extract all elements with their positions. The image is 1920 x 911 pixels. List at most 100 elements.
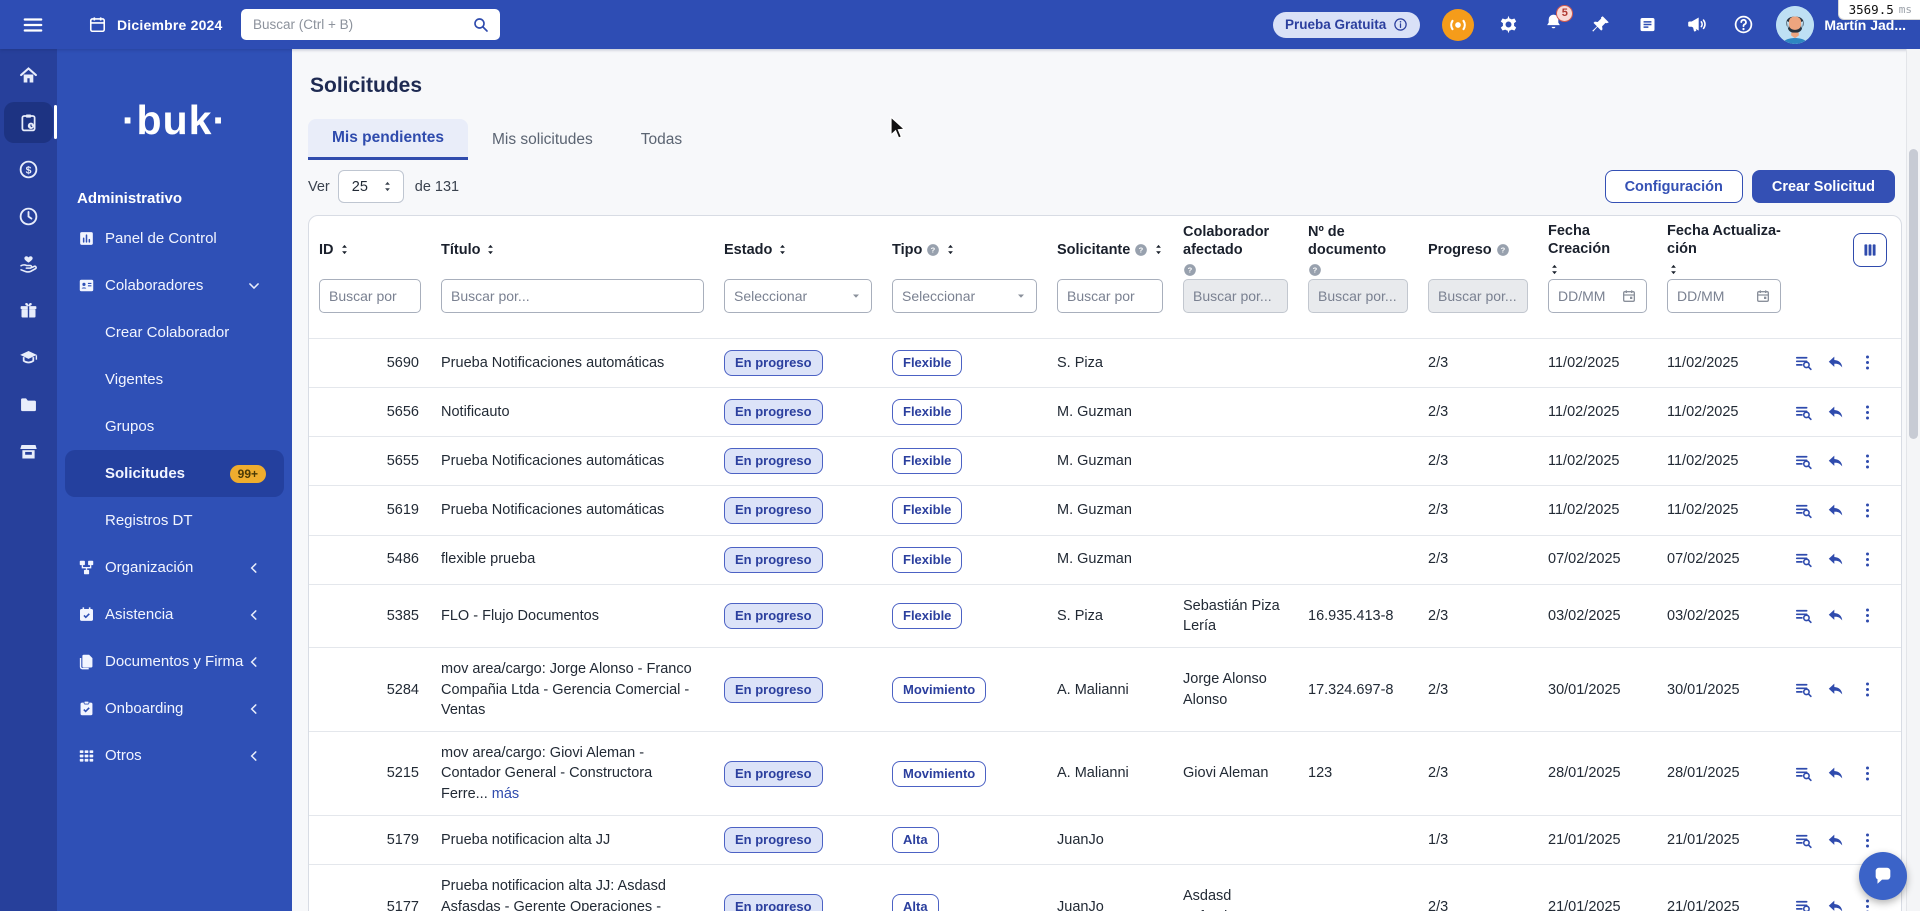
rail-item-folder[interactable] xyxy=(4,384,53,425)
rail-item-requests-clipboard[interactable] xyxy=(4,102,57,143)
sort-icon[interactable] xyxy=(776,242,789,257)
sidebar-item-otros[interactable]: Otros xyxy=(57,732,292,779)
table-row[interactable]: 5284 mov area/cargo: Jorge Alonso - Franc… xyxy=(309,647,1901,732)
sidebar-item-registros-dt[interactable]: Registros DT xyxy=(57,497,292,544)
kebab-icon[interactable] xyxy=(1858,501,1877,520)
hamburger-menu-icon[interactable] xyxy=(22,14,44,36)
sidebar-item-documentos-y-firma[interactable]: Documentos y Firma xyxy=(57,638,292,685)
help-dot-icon[interactable]: ? xyxy=(1308,263,1322,277)
page-scrollbar[interactable] xyxy=(1906,49,1920,911)
reply-icon[interactable] xyxy=(1826,403,1845,422)
reply-icon[interactable] xyxy=(1826,680,1845,699)
kebab-icon[interactable] xyxy=(1858,353,1877,372)
list-search-icon[interactable] xyxy=(1794,831,1813,850)
table-row[interactable]: 5177 Prueba notificacion alta JJ: Asdasd … xyxy=(309,864,1901,911)
help-dot-icon[interactable]: ? xyxy=(926,243,940,257)
list-search-icon[interactable] xyxy=(1794,501,1813,520)
reply-icon[interactable] xyxy=(1826,831,1845,850)
reply-icon[interactable] xyxy=(1826,550,1845,569)
kebab-icon[interactable] xyxy=(1858,831,1877,850)
sidebar-item-solicitudes[interactable]: Solicitudes 99+ xyxy=(65,450,284,497)
tab-mis-pendientes[interactable]: Mis pendientes xyxy=(308,119,468,160)
help-dot-icon[interactable]: ? xyxy=(1496,243,1510,257)
sort-icon[interactable] xyxy=(1667,262,1680,277)
column-header-creacion[interactable]: Fecha Creación xyxy=(1538,216,1657,277)
sidebar-item-panel-de-control[interactable]: Panel de Control xyxy=(57,215,292,262)
list-search-icon[interactable] xyxy=(1794,897,1813,911)
help-icon[interactable] xyxy=(1733,14,1754,35)
sort-icon[interactable] xyxy=(484,242,497,257)
list-search-icon[interactable] xyxy=(1794,680,1813,699)
kebab-icon[interactable] xyxy=(1858,680,1877,699)
reply-icon[interactable] xyxy=(1826,501,1845,520)
sort-icon[interactable] xyxy=(1152,242,1165,257)
notifications-button[interactable]: 5 xyxy=(1543,4,1574,38)
solicitante-filter-input[interactable] xyxy=(1057,279,1163,314)
table-row[interactable]: 5690 Prueba Notificaciones automáticas En … xyxy=(309,338,1901,387)
column-header-estado[interactable]: Estado xyxy=(714,216,882,277)
actualizacion-filter-date[interactable]: DD/MM xyxy=(1667,279,1781,314)
search-icon[interactable] xyxy=(472,16,490,34)
reply-icon[interactable] xyxy=(1826,606,1845,625)
rail-item-hand-heart[interactable] xyxy=(4,243,53,284)
create-request-button[interactable]: Crear Solicitud xyxy=(1751,170,1895,203)
table-row[interactable]: 5619 Prueba Notificaciones automáticas En … xyxy=(309,485,1901,535)
configuration-button[interactable]: Configuración xyxy=(1604,170,1743,203)
table-row[interactable]: 5385 FLO - Flujo Documentos En progreso Fle… xyxy=(309,584,1901,648)
list-search-icon[interactable] xyxy=(1794,353,1813,372)
estado-filter-select[interactable]: Seleccionar xyxy=(724,279,872,314)
table-row[interactable]: 5179 Prueba notificacion alta JJ En progre… xyxy=(309,815,1901,865)
rail-item-gift[interactable] xyxy=(4,290,53,331)
list-search-icon[interactable] xyxy=(1794,606,1813,625)
period-label[interactable]: Diciembre 2024 xyxy=(117,17,223,33)
column-header-tipo[interactable]: Tipo? xyxy=(882,216,1047,277)
kebab-icon[interactable] xyxy=(1858,403,1877,422)
rail-item-dollar[interactable]: $ xyxy=(4,149,53,190)
list-search-icon[interactable] xyxy=(1794,550,1813,569)
rail-item-clock[interactable] xyxy=(4,196,53,237)
help-dot-icon[interactable]: ? xyxy=(1183,263,1197,277)
column-header-id[interactable]: ID xyxy=(309,216,431,277)
gear-icon[interactable] xyxy=(1498,14,1519,35)
sidebar-item-crear-colaborador[interactable]: Crear Colaborador xyxy=(57,309,292,356)
sort-icon[interactable] xyxy=(338,242,351,257)
help-dot-icon[interactable]: ? xyxy=(1134,243,1148,257)
megaphone-icon[interactable] xyxy=(1686,14,1707,35)
trial-badge[interactable]: Prueba Gratuita xyxy=(1273,11,1421,38)
chat-fab-button[interactable] xyxy=(1859,852,1907,900)
user-avatar[interactable] xyxy=(1776,5,1815,44)
news-icon[interactable] xyxy=(1637,14,1658,35)
column-header-title[interactable]: Título xyxy=(431,216,714,277)
column-header-solicitante[interactable]: Solicitante? xyxy=(1047,216,1173,277)
list-search-icon[interactable] xyxy=(1794,403,1813,422)
sort-icon[interactable] xyxy=(1548,262,1561,277)
list-search-icon[interactable] xyxy=(1794,764,1813,783)
tab-todas[interactable]: Todas xyxy=(617,119,706,160)
sidebar-item-vigentes[interactable]: Vigentes xyxy=(57,356,292,403)
reply-icon[interactable] xyxy=(1826,353,1845,372)
reply-icon[interactable] xyxy=(1826,452,1845,471)
id-filter-input[interactable] xyxy=(319,279,421,314)
kebab-icon[interactable] xyxy=(1858,452,1877,471)
rail-item-graduation-cap[interactable] xyxy=(4,337,53,378)
kebab-icon[interactable] xyxy=(1858,764,1877,783)
tab-mis-solicitudes[interactable]: Mis solicitudes xyxy=(468,119,617,160)
more-link[interactable]: más xyxy=(492,786,519,802)
table-row[interactable]: 5656 Notificauto En progreso Flexible M. Guz… xyxy=(309,387,1901,436)
sidebar-item-colaboradores[interactable]: Colaboradores xyxy=(57,262,292,309)
scrollbar-thumb[interactable] xyxy=(1909,149,1918,439)
reply-icon[interactable] xyxy=(1826,764,1845,783)
reply-icon[interactable] xyxy=(1826,897,1845,911)
sort-icon[interactable] xyxy=(944,242,957,257)
tipo-filter-select[interactable]: Seleccionar xyxy=(892,279,1037,314)
page-size-select[interactable]: 25 xyxy=(337,170,404,203)
table-row[interactable]: 5655 Prueba Notificaciones automáticas En … xyxy=(309,436,1901,486)
title-filter-input[interactable] xyxy=(441,279,704,314)
kebab-icon[interactable] xyxy=(1858,550,1877,569)
table-row[interactable]: 5215 mov area/cargo: Giovi Aleman - Conta… xyxy=(309,731,1901,816)
sidebar-item-onboarding[interactable]: Onboarding xyxy=(57,685,292,732)
sidebar-item-organizaci-n[interactable]: Organización xyxy=(57,544,292,591)
kebab-icon[interactable] xyxy=(1858,606,1877,625)
rail-item-store[interactable] xyxy=(4,431,53,472)
kebab-icon[interactable] xyxy=(1858,897,1877,911)
